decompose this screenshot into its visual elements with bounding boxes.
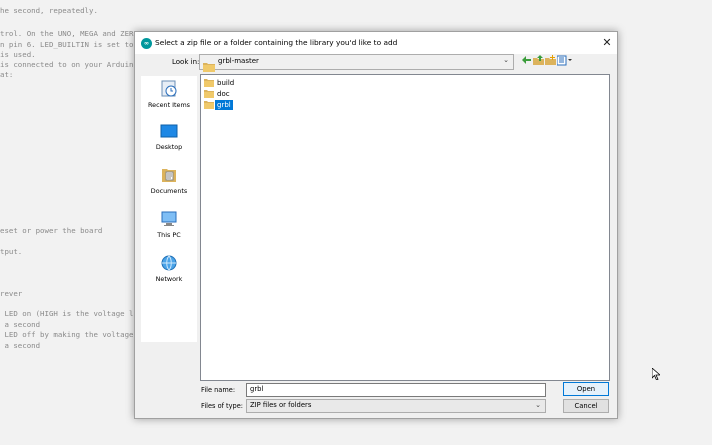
look-in-value: grbl-master (218, 57, 259, 65)
this-pc-icon (161, 211, 177, 226)
chevron-down-icon: ⌄ (503, 56, 509, 64)
file-name-value: grbl (250, 385, 264, 393)
close-button[interactable]: ✕ (599, 35, 615, 51)
arduino-icon: ∞ (141, 38, 152, 49)
recent-items-icon (161, 80, 177, 97)
file-name: doc (217, 90, 230, 98)
desktop-icon (160, 124, 178, 138)
code-line: is connected to on your Arduino (0, 60, 138, 69)
close-icon: ✕ (602, 36, 612, 49)
code-line: n pin 6. LED_BUILTIN is set to (0, 40, 134, 49)
place-label: This PC (157, 231, 181, 239)
file-name-input[interactable]: grbl (246, 383, 546, 397)
folder-icon (204, 100, 214, 111)
code-line: a second (0, 320, 41, 329)
folder-icon (204, 78, 214, 89)
up-folder-icon (533, 55, 544, 65)
code-line: trol. On the UNO, MEGA and ZERO (0, 29, 138, 38)
look-in-label: Look in: (172, 58, 200, 66)
file-chooser-dialog: ∞ Select a zip file or a folder containi… (134, 31, 618, 419)
folder-icon (204, 89, 214, 100)
code-line: at: (0, 70, 14, 79)
up-folder-button[interactable] (533, 55, 544, 66)
dialog-titlebar[interactable]: ∞ Select a zip file or a folder containi… (135, 32, 617, 54)
place-label: Network (155, 275, 183, 283)
files-of-type-value: ZIP files or folders (250, 401, 312, 409)
code-line: he second, repeatedly. (0, 6, 98, 15)
place-label: Recent Items (148, 101, 190, 109)
file-list[interactable]: build doc grbl (200, 74, 610, 381)
view-menu-button[interactable] (556, 55, 573, 66)
back-arrow-icon (522, 56, 531, 64)
chevron-down-icon: ⌄ (535, 401, 541, 409)
place-desktop[interactable]: Desktop (141, 124, 197, 151)
documents-icon (162, 169, 176, 182)
place-documents[interactable]: Documents (141, 166, 197, 195)
places-sidebar: Recent Items Desktop Documents This PC N… (141, 76, 197, 342)
file-name: grbl (215, 100, 233, 110)
place-this-pc[interactable]: This PC (141, 210, 197, 239)
code-line: is used. (0, 50, 36, 59)
code-line: LED off by making the voltage L (0, 330, 143, 339)
code-line: a second (0, 341, 41, 350)
dialog-title: Select a zip file or a folder containing… (155, 38, 398, 47)
code-line: eset or power the board (0, 226, 103, 235)
files-of-type-select[interactable]: ZIP files or folders ⌄ (246, 399, 546, 413)
look-in-dropdown[interactable]: grbl-master ⌄ (199, 54, 514, 72)
files-of-type-label: Files of type: (201, 402, 243, 410)
open-button[interactable]: Open (563, 382, 609, 396)
view-menu-icon (556, 55, 572, 66)
place-recent-items[interactable]: Recent Items (141, 80, 197, 109)
file-name: build (217, 79, 235, 87)
place-network[interactable]: Network (141, 254, 197, 283)
network-icon (161, 255, 177, 271)
place-label: Documents (150, 187, 188, 195)
new-folder-icon (545, 55, 556, 65)
code-line: rever (0, 289, 23, 298)
cancel-button[interactable]: Cancel (563, 399, 609, 413)
place-label: Desktop (155, 143, 183, 151)
file-name-label: File name: (201, 386, 236, 394)
code-line: tput. (0, 247, 23, 256)
new-folder-button[interactable] (545, 55, 556, 66)
code-line: LED on (HIGH is the voltage lev (0, 309, 143, 318)
back-button[interactable] (521, 55, 532, 66)
mouse-cursor-icon (651, 365, 662, 381)
